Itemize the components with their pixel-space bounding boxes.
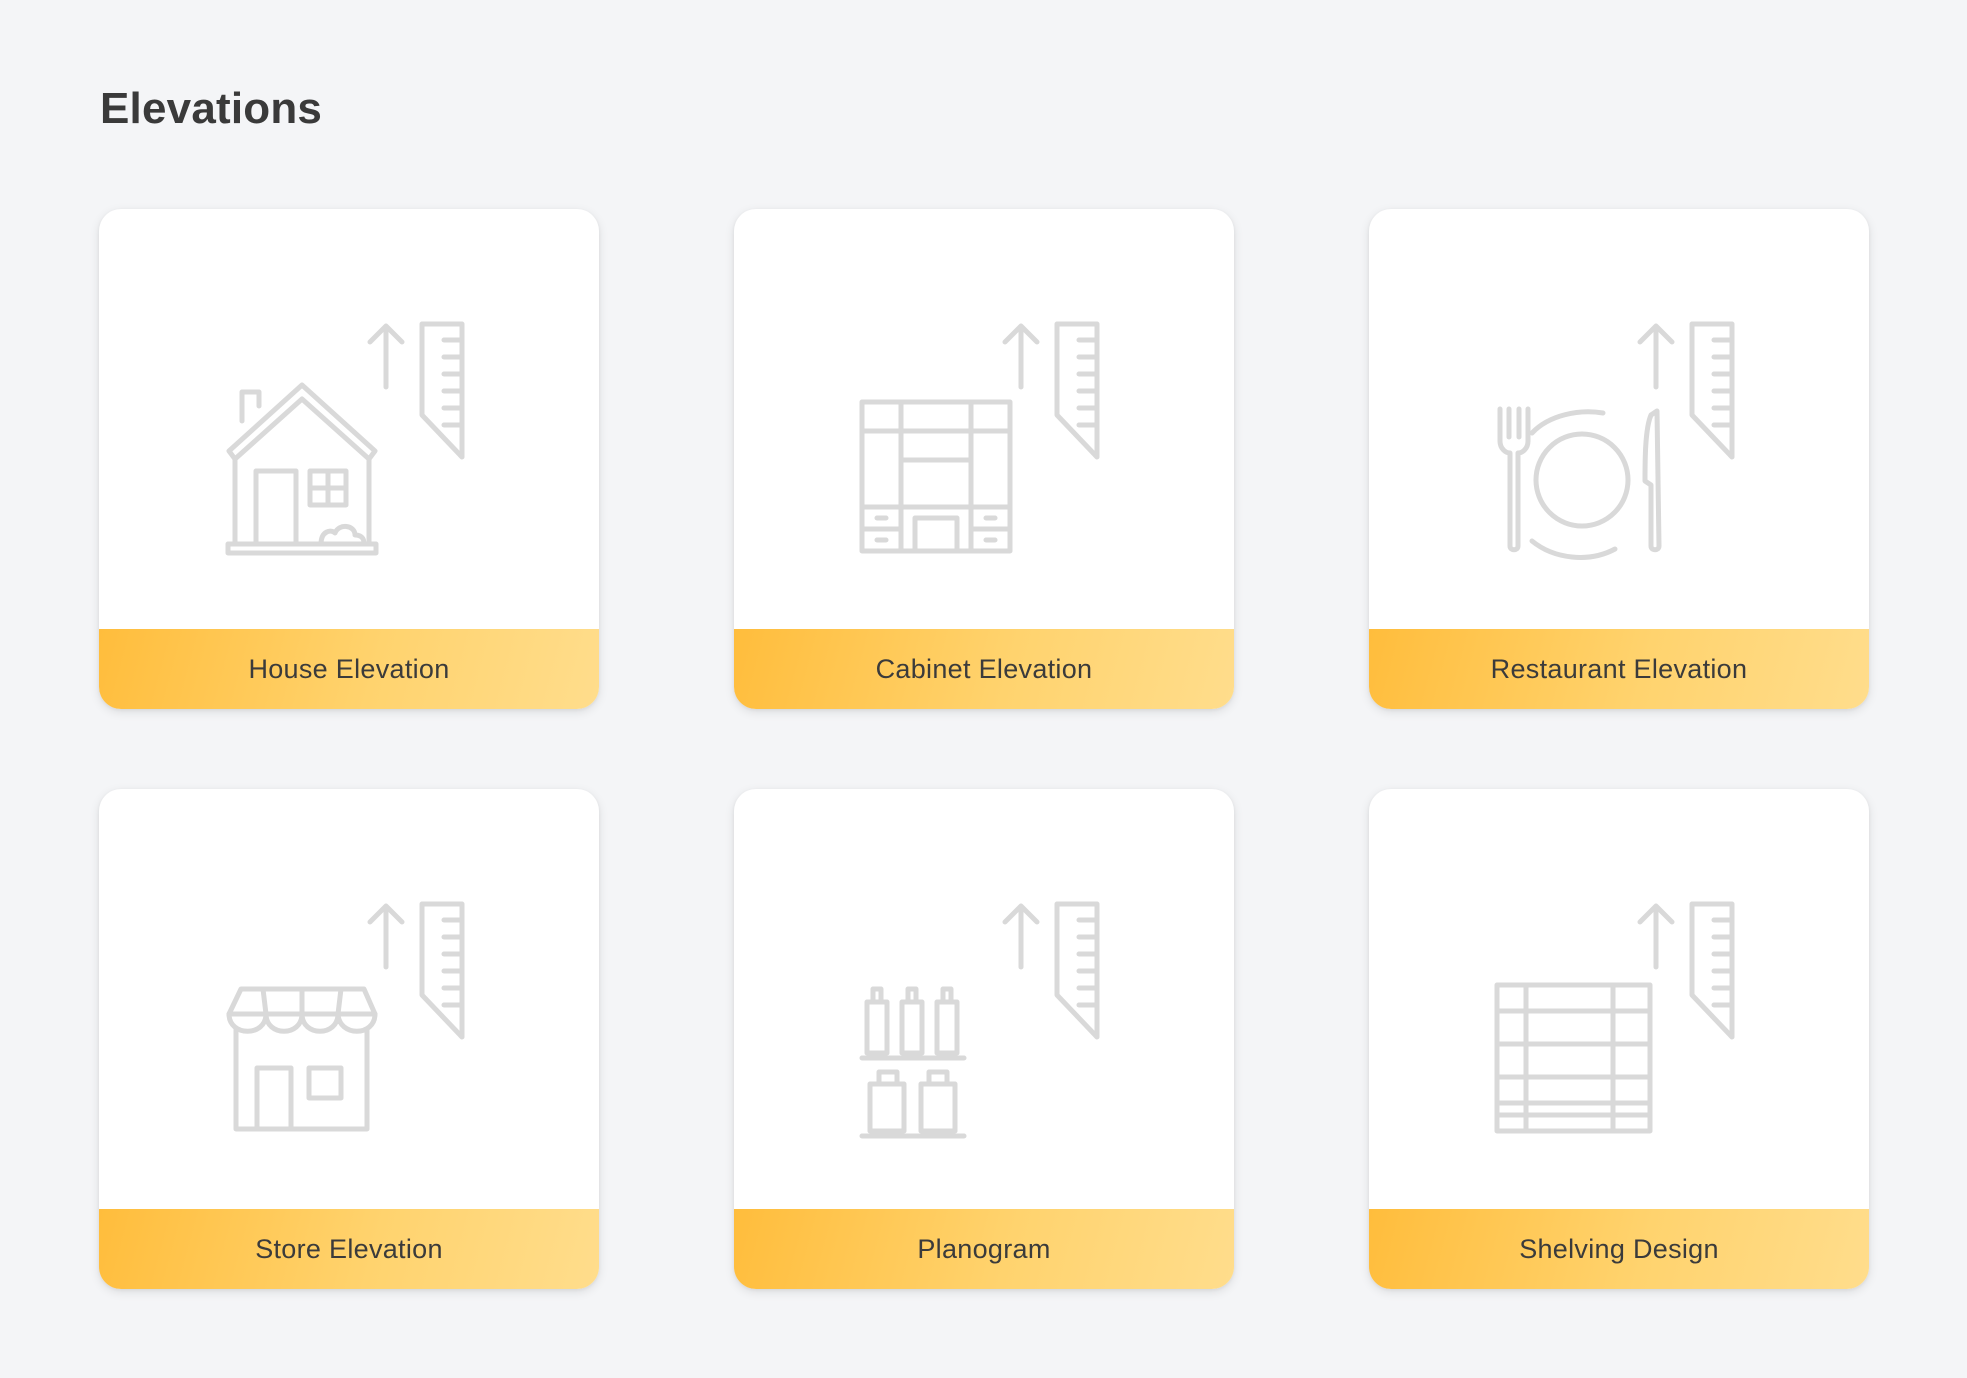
card-illustration <box>99 789 599 1209</box>
card-label: Planogram <box>917 1233 1051 1264</box>
card-illustration <box>1369 209 1869 629</box>
shelving-design-icon <box>1494 901 1735 1134</box>
card-footer: Planogram <box>734 1209 1234 1289</box>
card-label: Shelving Design <box>1519 1233 1719 1264</box>
store-elevation-icon <box>226 901 465 1132</box>
card-store-elevation[interactable]: Store Elevation <box>99 789 599 1289</box>
card-label: Restaurant Elevation <box>1490 653 1748 684</box>
card-footer: Shelving Design <box>1369 1209 1869 1289</box>
card-cabinet-elevation[interactable]: Cabinet Elevation <box>734 209 1234 709</box>
card-planogram[interactable]: Planogram <box>734 789 1234 1289</box>
card-restaurant-elevation[interactable]: Restaurant Elevation <box>1369 209 1869 709</box>
card-illustration <box>1369 789 1869 1209</box>
restaurant-elevation-icon <box>1497 321 1735 560</box>
card-label: Cabinet Elevation <box>875 653 1093 684</box>
card-footer: Cabinet Elevation <box>734 629 1234 709</box>
card-illustration <box>734 789 1234 1209</box>
card-illustration <box>734 209 1234 629</box>
planogram-icon <box>859 901 1100 1139</box>
card-footer: Store Elevation <box>99 1209 599 1289</box>
card-shelving-design[interactable]: Shelving Design <box>1369 789 1869 1289</box>
card-illustration <box>99 209 599 629</box>
card-label: House Elevation <box>248 653 450 684</box>
page-title: Elevations <box>100 84 323 133</box>
card-house-elevation[interactable]: House Elevation <box>99 209 599 709</box>
card-label: Store Elevation <box>255 1233 443 1264</box>
cabinet-elevation-icon <box>859 321 1100 554</box>
card-footer: Restaurant Elevation <box>1369 629 1869 709</box>
elevation-template-grid: House Elevation Cabinet Elevation Restau… <box>99 209 1869 1289</box>
card-footer: House Elevation <box>99 629 599 709</box>
house-elevation-icon <box>225 321 465 556</box>
